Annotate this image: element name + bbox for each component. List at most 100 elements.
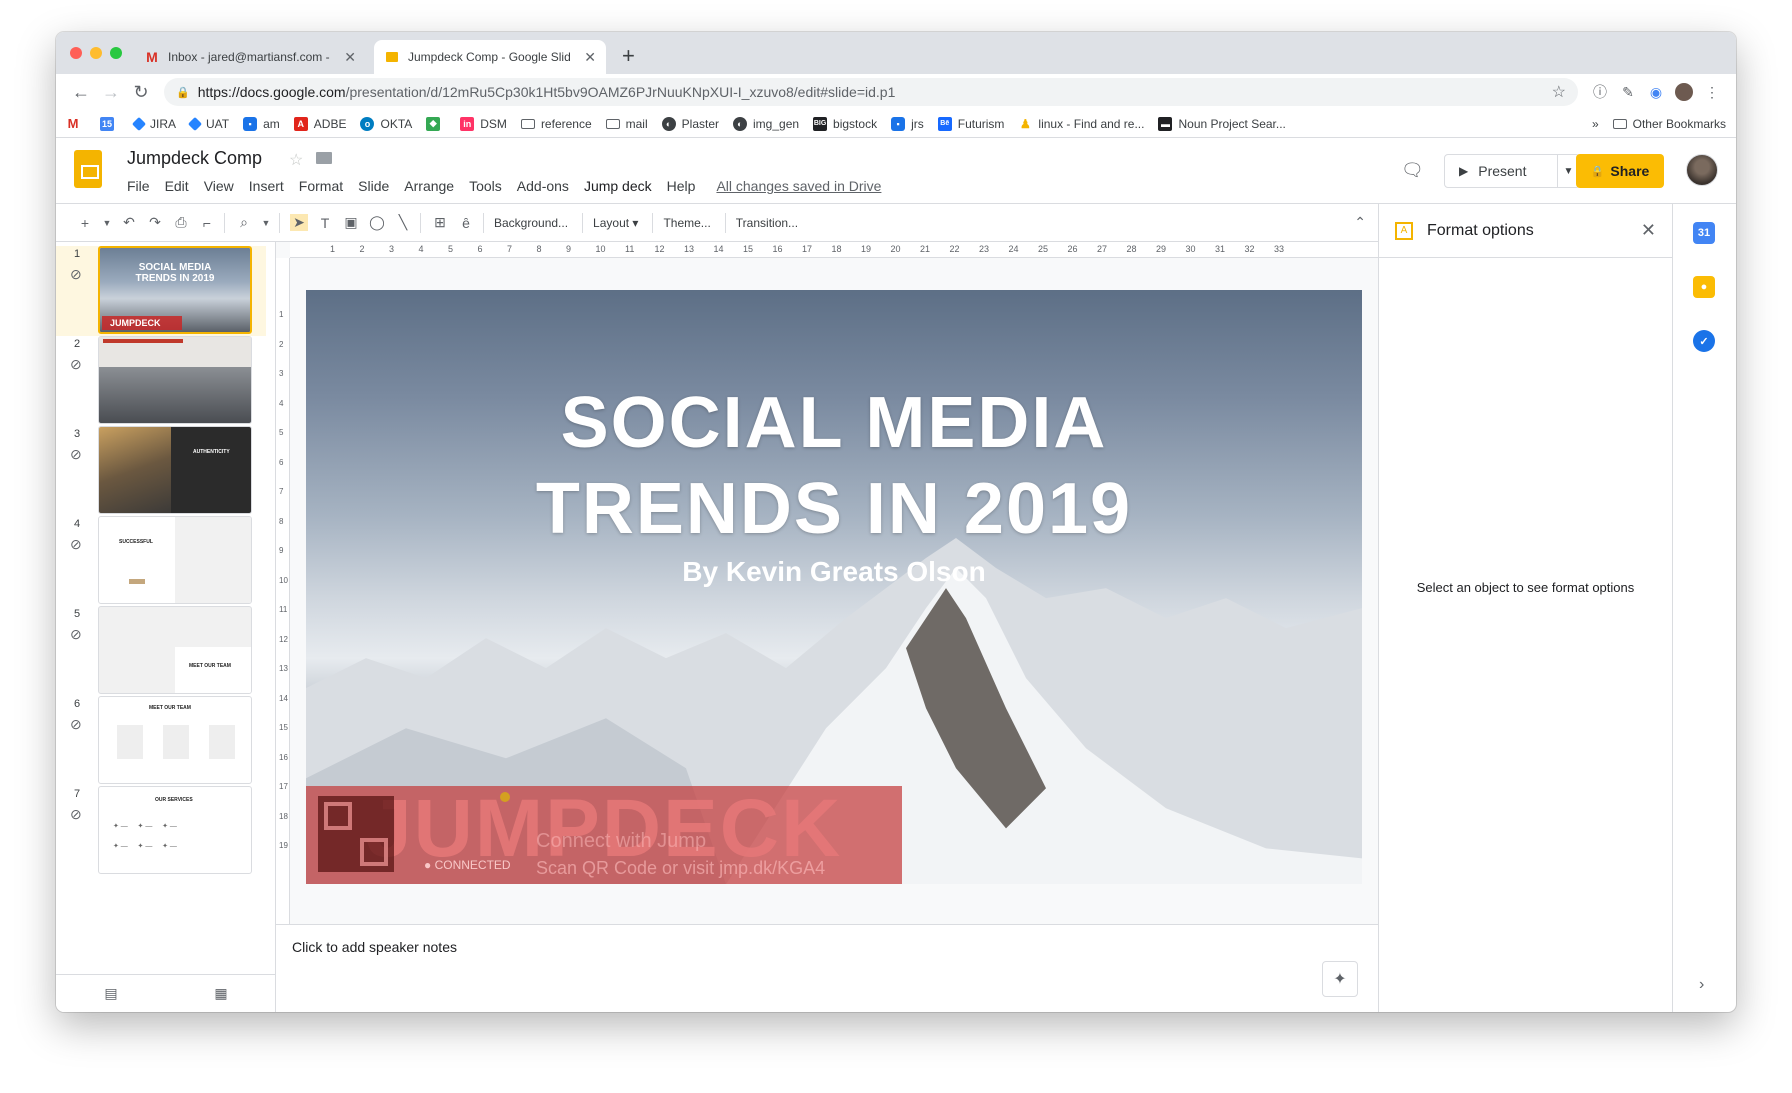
background-button[interactable]: Background...	[494, 216, 568, 230]
bookmark-calendar[interactable]: 15	[100, 116, 120, 131]
filmstrip-slide[interactable]: 6 ⊘ MEET OUR TEAM	[56, 696, 266, 786]
share-button[interactable]: 🔒 Share	[1576, 154, 1664, 188]
jumpdeck-badge[interactable]: JUMPDECK Connect with Jump ● CONNECTED S…	[306, 783, 902, 884]
info-extension-icon[interactable]: ⓘ	[1586, 82, 1614, 102]
new-slide-dropdown-icon[interactable]: ▼	[102, 218, 112, 228]
select-cursor-icon[interactable]: ➤	[290, 214, 308, 231]
bookmark-mail[interactable]: mail	[605, 117, 648, 131]
bookmark-uat[interactable]: UAT	[187, 116, 229, 131]
theme-button[interactable]: Theme...	[663, 216, 710, 230]
bookmark-plaster[interactable]: ◐ Plaster	[661, 116, 719, 131]
filmstrip-slide[interactable]: 5 ⊘ MEET OUR TEAM	[56, 606, 266, 696]
bookmark-jira[interactable]: JIRA	[131, 116, 176, 131]
close-window-button[interactable]	[70, 47, 82, 59]
calendar-icon[interactable]: 31	[1693, 222, 1715, 244]
bookmark-gmail[interactable]: M	[66, 116, 86, 131]
menu-file[interactable]: File	[127, 178, 150, 194]
menu-slide[interactable]: Slide	[358, 178, 389, 194]
browser-menu-icon[interactable]: ⋮	[1698, 84, 1726, 101]
bookmark-jrs[interactable]: ▪ jrs	[891, 116, 924, 131]
other-bookmarks[interactable]: Other Bookmarks	[1612, 117, 1726, 131]
filmstrip-slide[interactable]: 4 ⊘ SUCCESSFUL	[56, 516, 266, 606]
keep-icon[interactable]: ●	[1693, 276, 1715, 298]
accessibility-icon[interactable]: ȇ	[457, 215, 475, 231]
present-button[interactable]: ▶ Present ▼	[1444, 154, 1580, 188]
collapse-toolbar-icon[interactable]: ⌃	[1354, 214, 1366, 231]
filmstrip-slide[interactable]: 3 ⊘ AUTHENTICITY	[56, 426, 266, 516]
menu-tools[interactable]: Tools	[469, 178, 502, 194]
shape-icon[interactable]: ◯	[368, 214, 386, 231]
bookmark-okta[interactable]: o OKTA	[360, 116, 412, 131]
slide-subtitle[interactable]: By Kevin Greats Olson	[306, 556, 1362, 588]
bookmark-star-icon[interactable]: ☆	[1552, 82, 1566, 102]
bookmark-bigstock[interactable]: BIG bigstock	[813, 116, 877, 131]
bookmark-linux[interactable]: ♟ linux - Find and re...	[1018, 117, 1144, 131]
back-icon[interactable]: ←	[66, 82, 96, 103]
slide-title[interactable]: SOCIAL MEDIA TRENDS IN 2019	[306, 380, 1362, 552]
bookmarks-overflow-button[interactable]: »	[1592, 117, 1599, 131]
tasks-icon[interactable]: ✓	[1693, 330, 1715, 352]
bookmark-adbe[interactable]: A ADBE	[293, 116, 346, 131]
tab-gmail[interactable]: M Inbox - jared@martiansf.com - ✕	[134, 40, 366, 74]
comment-history-icon[interactable]: 🗨	[1401, 160, 1424, 181]
undo-icon[interactable]: ↶	[120, 214, 138, 231]
menu-jump-deck[interactable]: Jump deck	[584, 178, 652, 194]
forward-icon[interactable]: →	[96, 82, 126, 103]
address-bar[interactable]: 🔒 https://docs.google.com/presentation/d…	[164, 78, 1578, 106]
bookmark-am[interactable]: ▪ am	[243, 116, 280, 131]
dropper-extension-icon[interactable]: ✎	[1614, 84, 1642, 101]
filmstrip-slide[interactable]: 7 ⊘ OUR SERVICES ✦ ― ✦ ― ✦ ― ✦ ― ✦ ― ✦ ―	[56, 786, 266, 876]
transition-button[interactable]: Transition...	[736, 216, 798, 230]
layout-button[interactable]: Layout ▾	[593, 216, 638, 230]
redo-icon[interactable]: ↷	[146, 214, 164, 231]
document-title[interactable]: Jumpdeck Comp	[127, 148, 262, 169]
user-avatar[interactable]	[1686, 154, 1718, 186]
bookmark-reference[interactable]: reference	[520, 117, 592, 131]
menu-add-ons[interactable]: Add-ons	[517, 178, 569, 194]
close-icon[interactable]: ✕	[1641, 220, 1656, 241]
current-slide[interactable]: SOCIAL MEDIA TRENDS IN 2019 By Kevin Gre…	[306, 290, 1362, 884]
menu-view[interactable]: View	[204, 178, 234, 194]
expand-panel-icon[interactable]: ›	[1699, 976, 1704, 994]
new-tab-button[interactable]: +	[622, 44, 635, 68]
slides-icon	[384, 49, 400, 65]
maximize-window-button[interactable]	[110, 47, 122, 59]
bookmark-noun-project[interactable]: ▬ Noun Project Sear...	[1158, 116, 1286, 131]
slides-logo-icon[interactable]	[74, 150, 102, 188]
menu-arrange[interactable]: Arrange	[404, 178, 454, 194]
paint-format-icon[interactable]: ⌐	[198, 215, 216, 231]
new-slide-icon[interactable]: +	[76, 215, 94, 231]
close-tab-icon[interactable]: ✕	[584, 49, 596, 66]
save-status[interactable]: All changes saved in Drive	[716, 178, 881, 194]
minimize-window-button[interactable]	[90, 47, 102, 59]
move-to-folder-icon[interactable]	[316, 152, 332, 164]
gmail-icon: M	[146, 49, 158, 65]
menu-edit[interactable]: Edit	[165, 178, 189, 194]
profile-avatar[interactable]	[1670, 83, 1698, 102]
print-icon[interactable]: ⎙	[172, 214, 190, 231]
filmstrip-slide[interactable]: 2 ⊘	[56, 336, 266, 426]
menu-insert[interactable]: Insert	[249, 178, 284, 194]
reload-icon[interactable]: ↻	[126, 82, 156, 103]
bookmark-dsm[interactable]: in DSM	[460, 116, 507, 131]
tab-slides[interactable]: Jumpdeck Comp - Google Slid ✕	[374, 40, 606, 74]
zoom-icon[interactable]: ⌕	[235, 214, 253, 231]
line-icon[interactable]: ╲	[394, 214, 412, 231]
star-icon[interactable]: ☆	[289, 150, 303, 170]
bookmark-maps[interactable]: ◆	[426, 116, 446, 131]
bookmark-img-gen[interactable]: ◐ img_gen	[733, 116, 799, 131]
filmstrip-slide[interactable]: 1 ⊘ SOCIAL MEDIA TRENDS IN 2019 JUMPDECK	[56, 246, 266, 336]
close-tab-icon[interactable]: ✕	[344, 49, 356, 66]
menu-help[interactable]: Help	[667, 178, 696, 194]
text-box-icon[interactable]: T	[316, 215, 334, 231]
zoom-dropdown-icon[interactable]: ▼	[261, 218, 271, 228]
stats-extension-icon[interactable]: ◉	[1642, 84, 1670, 101]
menu-format[interactable]: Format	[299, 178, 343, 194]
speaker-notes[interactable]: Click to add speaker notes ✦	[276, 924, 1378, 1012]
grid-view-icon[interactable]: ▦	[214, 985, 227, 1002]
bookmark-futurism[interactable]: Bē Futurism	[937, 116, 1004, 131]
filmstrip-view-icon[interactable]: ▤	[104, 985, 117, 1002]
explore-icon[interactable]: ✦	[1322, 961, 1358, 997]
image-icon[interactable]: ▣	[342, 214, 360, 231]
comment-add-icon[interactable]: ⊞	[431, 214, 449, 231]
